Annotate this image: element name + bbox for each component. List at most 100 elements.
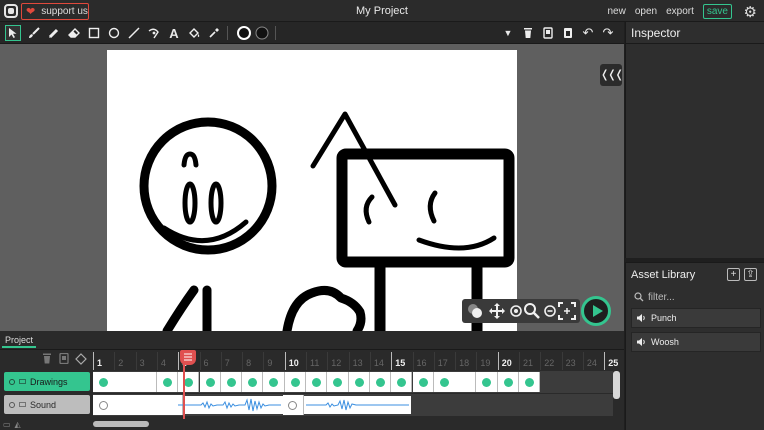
keyframe[interactable]	[397, 378, 407, 387]
lock-icon[interactable]	[19, 379, 26, 384]
keyframe[interactable]	[503, 378, 513, 387]
app-logo-icon[interactable]	[4, 4, 18, 18]
save-button[interactable]: save	[702, 4, 732, 19]
keyframe[interactable]	[375, 378, 385, 387]
keyframe[interactable]	[439, 378, 449, 387]
timeline-vertical-scrollbar[interactable]	[613, 371, 620, 399]
paste-icon[interactable]	[560, 25, 576, 41]
onion-skin-icon[interactable]	[466, 302, 484, 323]
drawings-track[interactable]	[93, 371, 613, 393]
asset-item[interactable]: Punch	[631, 308, 761, 328]
fill-color-swatch[interactable]	[236, 25, 252, 41]
keyframe[interactable]	[99, 378, 108, 387]
gear-icon[interactable]: ⚙	[744, 3, 757, 21]
frame-cell[interactable]	[93, 372, 157, 392]
keyframe-diamond-icon[interactable]	[74, 353, 87, 366]
tab-project[interactable]: Project	[2, 334, 37, 348]
layer-drawings[interactable]: Drawings	[4, 372, 90, 391]
frame-cell[interactable]	[348, 372, 370, 392]
undo-icon[interactable]: ↶	[580, 25, 596, 41]
keyframe[interactable]	[162, 378, 172, 387]
eye-icon[interactable]	[9, 401, 15, 408]
frame-cell[interactable]	[519, 372, 541, 392]
duplicate-layer-icon[interactable]	[57, 352, 70, 366]
add-asset-button[interactable]: +	[727, 268, 740, 281]
keyframe[interactable]	[482, 378, 492, 387]
frame-number: 3	[139, 358, 145, 368]
frame-cell[interactable]	[284, 372, 306, 392]
zoom-target-icon[interactable]	[509, 302, 523, 323]
new-button[interactable]: new	[607, 6, 625, 17]
keyframe[interactable]	[205, 378, 215, 387]
upload-asset-button[interactable]: ⇪	[744, 268, 757, 281]
circle-icon[interactable]	[106, 25, 122, 41]
fill-bucket-icon[interactable]	[186, 25, 202, 41]
frame-ruler[interactable]: 1234567891011121314151617181920212223242…	[93, 352, 624, 370]
pencil-icon[interactable]	[46, 25, 62, 41]
frame-cell[interactable]	[220, 372, 243, 392]
delete-icon[interactable]	[520, 25, 536, 41]
delete-layer-icon[interactable]	[40, 353, 53, 366]
asset-item[interactable]: Woosh	[631, 332, 761, 352]
frame-cell[interactable]	[391, 372, 413, 392]
frame-cell[interactable]	[433, 372, 477, 392]
frame-cell[interactable]	[156, 372, 179, 392]
brush-icon[interactable]	[26, 25, 42, 41]
play-button[interactable]	[581, 296, 611, 326]
eyedropper-icon[interactable]	[206, 25, 222, 41]
cursor-icon[interactable]	[5, 25, 21, 41]
export-button[interactable]: export	[666, 6, 694, 17]
eye-icon[interactable]	[9, 378, 15, 385]
support-us-button[interactable]: ❤ support us	[21, 3, 89, 20]
asset-filter-input[interactable]: filter...	[631, 289, 761, 305]
playhead-handle[interactable]	[180, 350, 196, 365]
sound-frame-block[interactable]	[283, 395, 304, 415]
keyframe[interactable]	[312, 378, 321, 387]
line-icon[interactable]	[126, 25, 142, 41]
frame-cell[interactable]	[199, 372, 221, 392]
keyframe[interactable]	[184, 378, 194, 387]
keyframe[interactable]	[226, 378, 236, 387]
redo-icon[interactable]: ↷	[600, 25, 616, 41]
frame-cell[interactable]	[263, 372, 285, 392]
toolbar-divider	[227, 26, 228, 40]
frame-cell[interactable]	[369, 372, 392, 392]
fit-screen-icon[interactable]	[558, 302, 576, 323]
dropdown-icon[interactable]: ▼	[500, 25, 516, 41]
lock-icon[interactable]	[19, 402, 26, 407]
rectangle-icon[interactable]	[86, 25, 102, 41]
collapse-panel-button[interactable]: ❬❬❬	[600, 64, 624, 86]
eraser-icon[interactable]	[66, 25, 82, 41]
keyframe[interactable]	[269, 378, 279, 387]
sound-wave-block[interactable]	[183, 395, 283, 415]
frame-cell[interactable]	[306, 372, 328, 392]
keyframe[interactable]	[418, 378, 428, 387]
keyframe[interactable]	[290, 378, 300, 387]
copy-icon[interactable]	[540, 25, 556, 41]
empty-keyframe[interactable]	[99, 401, 108, 410]
sound-frame-block[interactable]	[93, 395, 283, 415]
zoom-in-icon[interactable]	[523, 302, 541, 323]
frame-cell[interactable]	[242, 372, 264, 392]
frame-cell[interactable]	[412, 372, 434, 392]
keyframe[interactable]	[248, 378, 258, 387]
sound-track[interactable]	[93, 394, 613, 416]
frame-cell[interactable]	[476, 372, 498, 392]
frame-cell[interactable]	[178, 372, 200, 392]
text-icon[interactable]: A	[166, 25, 182, 41]
sound-wave-block[interactable]	[304, 395, 411, 415]
move-icon[interactable]	[488, 302, 506, 323]
path-icon[interactable]	[146, 25, 162, 41]
open-button[interactable]: open	[635, 6, 657, 17]
keyframe[interactable]	[333, 378, 343, 387]
stroke-color-swatch[interactable]	[254, 25, 270, 41]
keyframe[interactable]	[525, 378, 534, 387]
timeline-horizontal-scrollbar[interactable]	[93, 421, 149, 427]
layer-sound[interactable]: Sound	[4, 395, 90, 414]
zoom-out-icon[interactable]	[543, 302, 557, 323]
drawing-canvas[interactable]	[107, 50, 517, 331]
frame-cell[interactable]	[327, 372, 349, 392]
empty-keyframe[interactable]	[288, 401, 297, 410]
keyframe[interactable]	[354, 378, 364, 387]
frame-cell[interactable]	[497, 372, 519, 392]
